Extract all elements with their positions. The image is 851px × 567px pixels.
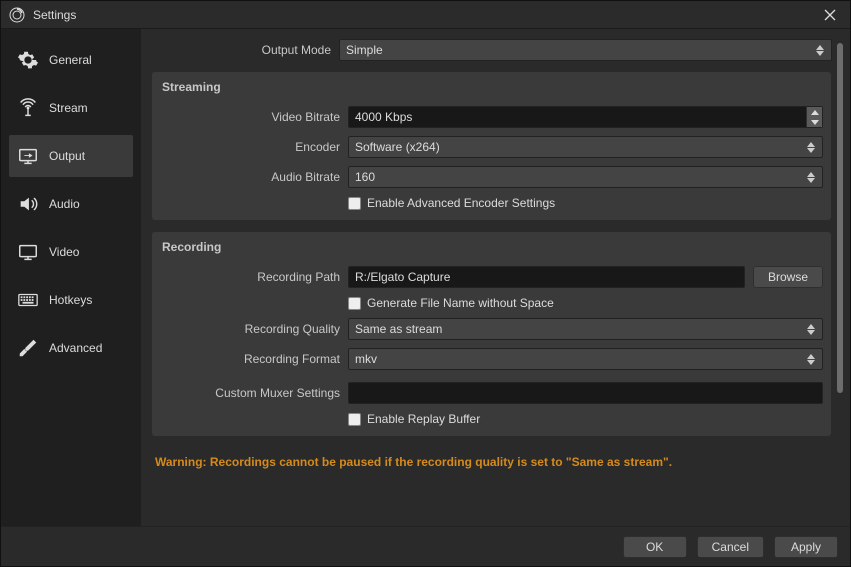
scrollbar-thumb[interactable] xyxy=(837,43,843,393)
antenna-icon xyxy=(17,97,39,119)
sidebar-item-general[interactable]: General xyxy=(9,39,133,81)
content-pane: Output Mode Simple Streaming Video Bitra… xyxy=(151,39,832,516)
recording-path-value: R:/Elgato Capture xyxy=(355,270,450,284)
updown-icon xyxy=(804,137,818,157)
sidebar-item-hotkeys[interactable]: Hotkeys xyxy=(9,279,133,321)
sidebar-label-stream: Stream xyxy=(49,101,88,115)
output-mode-label: Output Mode xyxy=(151,43,331,57)
audio-bitrate-select[interactable]: 160 xyxy=(348,166,823,188)
spin-up-icon[interactable] xyxy=(807,107,822,117)
titlebar: Settings xyxy=(1,1,850,29)
sidebar-item-audio[interactable]: Audio xyxy=(9,183,133,225)
checkbox-box-icon xyxy=(348,197,361,210)
content-scrollbar[interactable] xyxy=(836,39,844,516)
gear-icon xyxy=(17,49,39,71)
muxer-input[interactable] xyxy=(348,382,823,404)
sidebar-label-advanced: Advanced xyxy=(49,341,102,355)
recording-path-label: Recording Path xyxy=(160,270,340,284)
output-mode-value: Simple xyxy=(346,43,383,57)
enable-advanced-label: Enable Advanced Encoder Settings xyxy=(367,196,555,210)
sidebar-label-hotkeys: Hotkeys xyxy=(49,293,92,307)
video-bitrate-label: Video Bitrate xyxy=(160,110,340,124)
generate-filename-label: Generate File Name without Space xyxy=(367,296,554,310)
video-bitrate-value: 4000 Kbps xyxy=(355,110,412,124)
close-icon xyxy=(824,9,836,21)
streaming-group: Streaming Video Bitrate 4000 Kbps xyxy=(151,71,832,221)
recording-group: Recording Recording Path R:/Elgato Captu… xyxy=(151,231,832,437)
updown-icon xyxy=(804,319,818,339)
window-title: Settings xyxy=(33,8,818,22)
video-bitrate-input[interactable]: 4000 Kbps xyxy=(348,106,823,128)
enable-advanced-checkbox[interactable]: Enable Advanced Encoder Settings xyxy=(348,196,555,210)
recording-path-input[interactable]: R:/Elgato Capture xyxy=(348,266,745,288)
monitor-out-icon xyxy=(17,145,39,167)
generate-filename-checkbox[interactable]: Generate File Name without Space xyxy=(348,296,554,310)
speaker-icon xyxy=(17,193,39,215)
replay-buffer-checkbox[interactable]: Enable Replay Buffer xyxy=(348,412,480,426)
updown-icon xyxy=(813,40,827,60)
sidebar: General Stream Output Audio Video Hotkey… xyxy=(1,29,141,526)
audio-bitrate-value: 160 xyxy=(355,170,375,184)
close-button[interactable] xyxy=(818,3,842,27)
dialog-footer: OK Cancel Apply xyxy=(1,526,850,566)
apply-button[interactable]: Apply xyxy=(774,536,838,558)
sidebar-label-output: Output xyxy=(49,149,85,163)
tools-icon xyxy=(17,337,39,359)
checkbox-box-icon xyxy=(348,413,361,426)
recording-quality-select[interactable]: Same as stream xyxy=(348,318,823,340)
sidebar-label-video: Video xyxy=(49,245,79,259)
sidebar-item-stream[interactable]: Stream xyxy=(9,87,133,129)
updown-icon xyxy=(804,167,818,187)
encoder-select[interactable]: Software (x264) xyxy=(348,136,823,158)
encoder-label: Encoder xyxy=(160,140,340,154)
recording-heading: Recording xyxy=(160,238,823,258)
recording-format-value: mkv xyxy=(355,352,377,366)
obs-app-icon xyxy=(9,7,25,23)
output-mode-row: Output Mode Simple xyxy=(151,39,832,61)
recording-format-select[interactable]: mkv xyxy=(348,348,823,370)
sidebar-item-advanced[interactable]: Advanced xyxy=(9,327,133,369)
audio-bitrate-label: Audio Bitrate xyxy=(160,170,340,184)
warning-text: Warning: Recordings cannot be paused if … xyxy=(151,447,832,473)
spin-down-icon[interactable] xyxy=(807,117,822,127)
browse-button[interactable]: Browse xyxy=(753,266,823,288)
ok-button[interactable]: OK xyxy=(623,536,687,558)
sidebar-label-general: General xyxy=(49,53,92,67)
display-icon xyxy=(17,241,39,263)
sidebar-item-video[interactable]: Video xyxy=(9,231,133,273)
recording-quality-value: Same as stream xyxy=(355,322,442,336)
updown-icon xyxy=(804,349,818,369)
checkbox-box-icon xyxy=(348,297,361,310)
replay-buffer-label: Enable Replay Buffer xyxy=(367,412,480,426)
sidebar-label-audio: Audio xyxy=(49,197,80,211)
recording-quality-label: Recording Quality xyxy=(160,322,340,336)
keyboard-icon xyxy=(17,289,39,311)
sidebar-item-output[interactable]: Output xyxy=(9,135,133,177)
output-mode-select[interactable]: Simple xyxy=(339,39,832,61)
streaming-heading: Streaming xyxy=(160,78,823,98)
recording-format-label: Recording Format xyxy=(160,352,340,366)
encoder-value: Software (x264) xyxy=(355,140,440,154)
cancel-button[interactable]: Cancel xyxy=(697,536,764,558)
muxer-label: Custom Muxer Settings xyxy=(160,386,340,400)
